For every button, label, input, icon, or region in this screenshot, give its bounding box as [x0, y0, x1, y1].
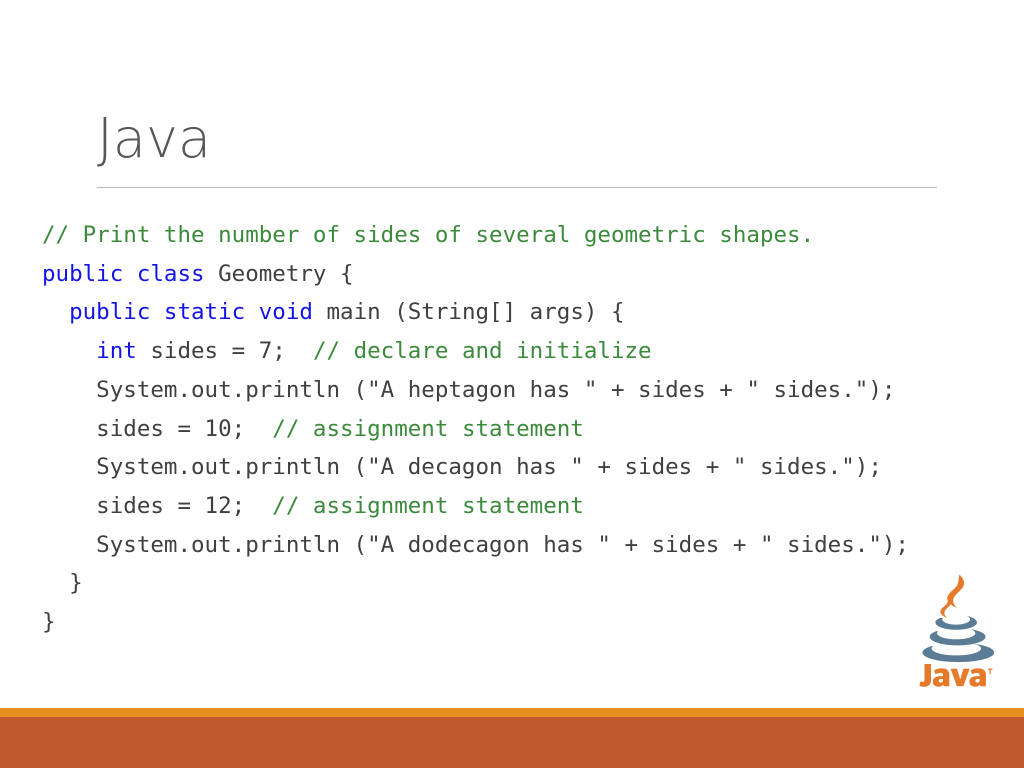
code-token-comment: // Print the number of sides of several …	[42, 222, 815, 248]
code-line: System.out.println ("A decagon has " + s…	[42, 448, 1002, 487]
code-line: sides = 10; // assignment statement	[42, 410, 1002, 449]
code-token-plain: System.out.println ("A heptagon has " + …	[42, 376, 896, 403]
code-line: System.out.println ("A dodecagon has " +…	[42, 526, 1002, 565]
code-line: public static void main (String[] args) …	[42, 293, 1002, 332]
java-logo	[918, 572, 994, 688]
title-divider	[97, 187, 937, 188]
code-token-keyword: public static void	[69, 299, 327, 326]
code-token-plain: System.out.println ("A dodecagon has " +…	[42, 531, 909, 558]
code-listing: // Print the number of sides of several …	[42, 216, 1002, 642]
code-line: int sides = 7; // declare and initialize	[42, 332, 1002, 371]
footer-accent-band	[0, 708, 1024, 717]
code-token-comment: // declare and initialize	[312, 338, 652, 365]
code-token-keyword: public class	[42, 260, 219, 287]
code-token-plain: main (String[] args) {	[326, 299, 625, 326]
code-line: System.out.println ("A heptagon has " + …	[42, 371, 1002, 410]
title-block: Java	[97, 112, 937, 166]
code-token-comment: // assignment statement	[272, 415, 584, 442]
page-title: Java	[97, 107, 212, 170]
code-token-keyword: int	[96, 338, 151, 365]
code-token-plain: System.out.println ("A decagon has " + s…	[42, 454, 882, 481]
steam-swirl-group	[940, 574, 965, 619]
footer-band	[0, 717, 1024, 768]
coffee-cup-group	[922, 616, 994, 663]
code-line: }	[42, 603, 1002, 642]
code-token-plain: sides = 7;	[150, 338, 313, 365]
code-token-plain: }	[42, 609, 56, 636]
code-line: sides = 12; // assignment statement	[42, 487, 1002, 526]
code-token-plain: sides = 12;	[42, 492, 273, 519]
java-wordmark	[919, 664, 993, 687]
code-token-plain: sides = 10;	[42, 415, 273, 442]
code-line: // Print the number of sides of several …	[42, 216, 1002, 255]
slide-canvas: Java // Print the number of sides of sev…	[0, 0, 1024, 768]
code-token-plain: }	[42, 570, 83, 597]
code-token-comment: // assignment statement	[272, 492, 584, 519]
code-line: public class Geometry {	[42, 255, 1002, 294]
code-token-plain: Geometry {	[218, 260, 354, 287]
code-line: }	[42, 564, 1002, 603]
